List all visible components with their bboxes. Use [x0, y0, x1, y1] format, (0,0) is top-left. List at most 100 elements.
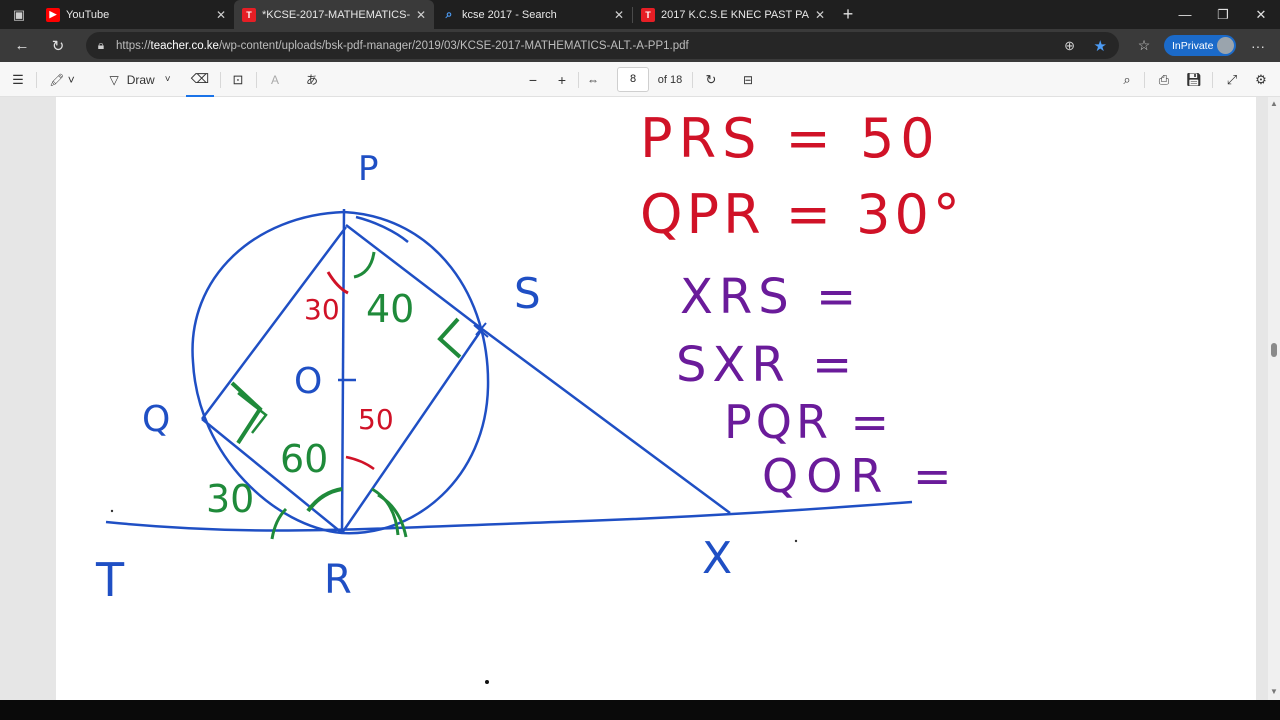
taskbar-strip — [0, 700, 1280, 720]
print-icon[interactable]: ⎙ — [1154, 62, 1174, 97]
question-xrs: XRS = — [680, 269, 863, 325]
restore-icon[interactable]: ❐ — [1204, 0, 1242, 29]
teacher-t-icon: T — [242, 7, 256, 22]
draw-pen-icon: ▽ — [109, 72, 119, 87]
avatar — [1217, 37, 1234, 54]
zoom-in-icon[interactable]: + — [553, 62, 571, 97]
refresh-icon[interactable]: ↻ — [40, 29, 76, 62]
lock-icon[interactable]: 🔒︎ — [86, 38, 116, 53]
favorites-icon[interactable]: ☆ — [1132, 29, 1156, 62]
angle-arc-green-p — [353, 251, 376, 279]
question-qor: QOR = — [762, 449, 960, 503]
right-angle-q — [230, 381, 263, 445]
save-icon[interactable]: 💾︎ — [1184, 62, 1204, 97]
answer-prs: PRS = 50 — [640, 107, 941, 170]
favorite-star-icon[interactable]: ★ — [1094, 37, 1107, 55]
toolbar-divider — [1144, 72, 1145, 88]
text-box-icon[interactable]: ⊡ — [228, 62, 248, 97]
read-aloud-icon: A — [270, 72, 279, 87]
angle-arc-red — [326, 271, 349, 295]
point-label-o: O — [294, 361, 323, 402]
toolbar-divider — [220, 72, 221, 88]
youtube-icon: ▶ — [46, 7, 60, 22]
toolbar-divider — [36, 72, 37, 88]
point-label-t: T — [96, 553, 125, 607]
angle-arc-green-t — [270, 507, 288, 540]
url-host: teacher.co.ke — [150, 39, 219, 52]
minimize-icon[interactable]: — — [1166, 0, 1204, 29]
toolbar-divider — [578, 72, 579, 88]
answer-qpr: QPR = 30° — [640, 183, 964, 246]
highlight-icon[interactable]: 🖍︎ ˅ — [44, 62, 80, 97]
close-icon[interactable]: ✕ — [216, 8, 226, 22]
address-toolbar: ← ↻ 🔒︎ https://teacher.co.ke/wp-content/… — [0, 29, 1280, 62]
tab-search[interactable]: ⌕ kcse 2017 - Search ✕ — [434, 0, 632, 29]
rotate-icon[interactable]: ↻ — [701, 62, 721, 97]
angle-value-red: 30 — [304, 293, 340, 326]
settings-gear-icon[interactable]: ⚙ — [1251, 62, 1271, 97]
angle-arc-green-r1 — [306, 487, 343, 513]
angle-value-green: 30 — [206, 477, 255, 521]
vertical-scrollbar[interactable]: ▲ ▼ — [1268, 97, 1280, 700]
url-scheme: https:// — [116, 39, 151, 52]
tab-strip: ▣ ▶ YouTube ✕ T *KCSE-2017-MATHEMATICS-A… — [0, 0, 1280, 29]
angle-value-green: 60 — [280, 437, 329, 481]
angle-arc-red-r — [345, 455, 375, 471]
tab-title: YouTube — [66, 8, 110, 21]
close-window-icon[interactable]: ✕ — [1242, 0, 1280, 29]
angle-value-green: 40 — [366, 287, 415, 331]
search-icon: ⌕ — [445, 7, 453, 21]
tab-title: 2017 K.C.S.E KNEC PAST PAPERS — [661, 8, 809, 21]
question-pqr: PQR = — [724, 395, 894, 449]
url-path: /wp-content/uploads/bsk-pdf-manager/2019… — [218, 39, 689, 52]
chevron-down-icon: ˅ — [164, 74, 171, 85]
pdf-viewport[interactable]: P Q R S T X O 30 50 40 60 30 PRS = 50 QP… — [0, 97, 1268, 700]
tab-knec-papers[interactable]: T 2017 K.C.S.E KNEC PAST PAPERS ✕ — [633, 0, 833, 29]
close-icon[interactable]: ✕ — [614, 8, 624, 22]
zoom-icon[interactable]: ⊕ — [1064, 38, 1075, 54]
translate-icon[interactable]: あ — [302, 62, 322, 97]
scroll-down-icon[interactable]: ▼ — [1270, 687, 1278, 696]
zoom-out-icon[interactable]: − — [524, 62, 542, 97]
fullscreen-icon[interactable]: ⤢ — [1222, 62, 1242, 97]
pdf-toolbar: ☰ 🖍︎ ˅ ▽ Draw ˅ ⌫ ⊡ A あ − + ⇔ 8 of 18 ↻ … — [0, 62, 1280, 97]
right-angle-s — [437, 317, 462, 359]
inprivate-badge[interactable]: InPrivate — [1164, 35, 1236, 56]
tab-youtube[interactable]: ▶ YouTube ✕ — [38, 0, 234, 29]
fit-page-icon[interactable]: ⇔ — [584, 62, 602, 97]
toolbar-divider — [692, 72, 693, 88]
new-tab-button[interactable]: + — [833, 0, 863, 29]
close-icon[interactable]: ✕ — [416, 8, 426, 22]
scrollbar-thumb[interactable] — [1271, 343, 1277, 357]
more-menu-icon[interactable]: ··· — [1244, 29, 1272, 62]
page-total: of 18 — [657, 73, 683, 86]
page-view-icon[interactable]: ⊟ — [738, 62, 758, 97]
ink-dot — [794, 539, 798, 543]
contents-icon[interactable]: ☰ — [8, 62, 28, 97]
tab-kcse-pdf[interactable]: T *KCSE-2017-MATHEMATICS-ALT.- ✕ — [234, 0, 434, 29]
pdf-page[interactable]: P Q R S T X O 30 50 40 60 30 PRS = 50 QP… — [56, 97, 1256, 700]
angle-value-red: 50 — [358, 403, 394, 436]
toolbar-divider — [256, 72, 257, 88]
tab-title: *KCSE-2017-MATHEMATICS-ALT.- — [262, 8, 410, 21]
teacher-t-icon: T — [641, 7, 655, 22]
close-icon[interactable]: ✕ — [815, 8, 825, 22]
scroll-up-icon[interactable]: ▲ — [1270, 99, 1278, 108]
inprivate-label: InPrivate — [1172, 39, 1214, 52]
tab-actions-icon[interactable]: ▣ — [0, 0, 38, 29]
page-number-input[interactable]: 8 — [617, 67, 649, 92]
back-icon[interactable]: ← — [4, 29, 40, 62]
window-controls: — ❐ ✕ — [1166, 0, 1280, 29]
eraser-icon[interactable]: ⌫ — [186, 62, 214, 97]
point-label-x: X — [702, 533, 733, 584]
point-label-s: S — [514, 269, 541, 318]
point-label-q: Q — [142, 399, 171, 440]
draw-button[interactable]: ▽ Draw ˅ — [100, 62, 180, 97]
draw-label: Draw — [126, 72, 155, 87]
find-icon[interactable]: ⌕ — [1118, 62, 1136, 97]
point-label-r: R — [324, 557, 352, 603]
point-label-p: P — [358, 149, 379, 189]
diameter-pr — [340, 208, 346, 534]
address-bar[interactable]: 🔒︎ https://teacher.co.ke/wp-content/uplo… — [86, 32, 1119, 59]
toolbar-divider — [1212, 72, 1213, 88]
